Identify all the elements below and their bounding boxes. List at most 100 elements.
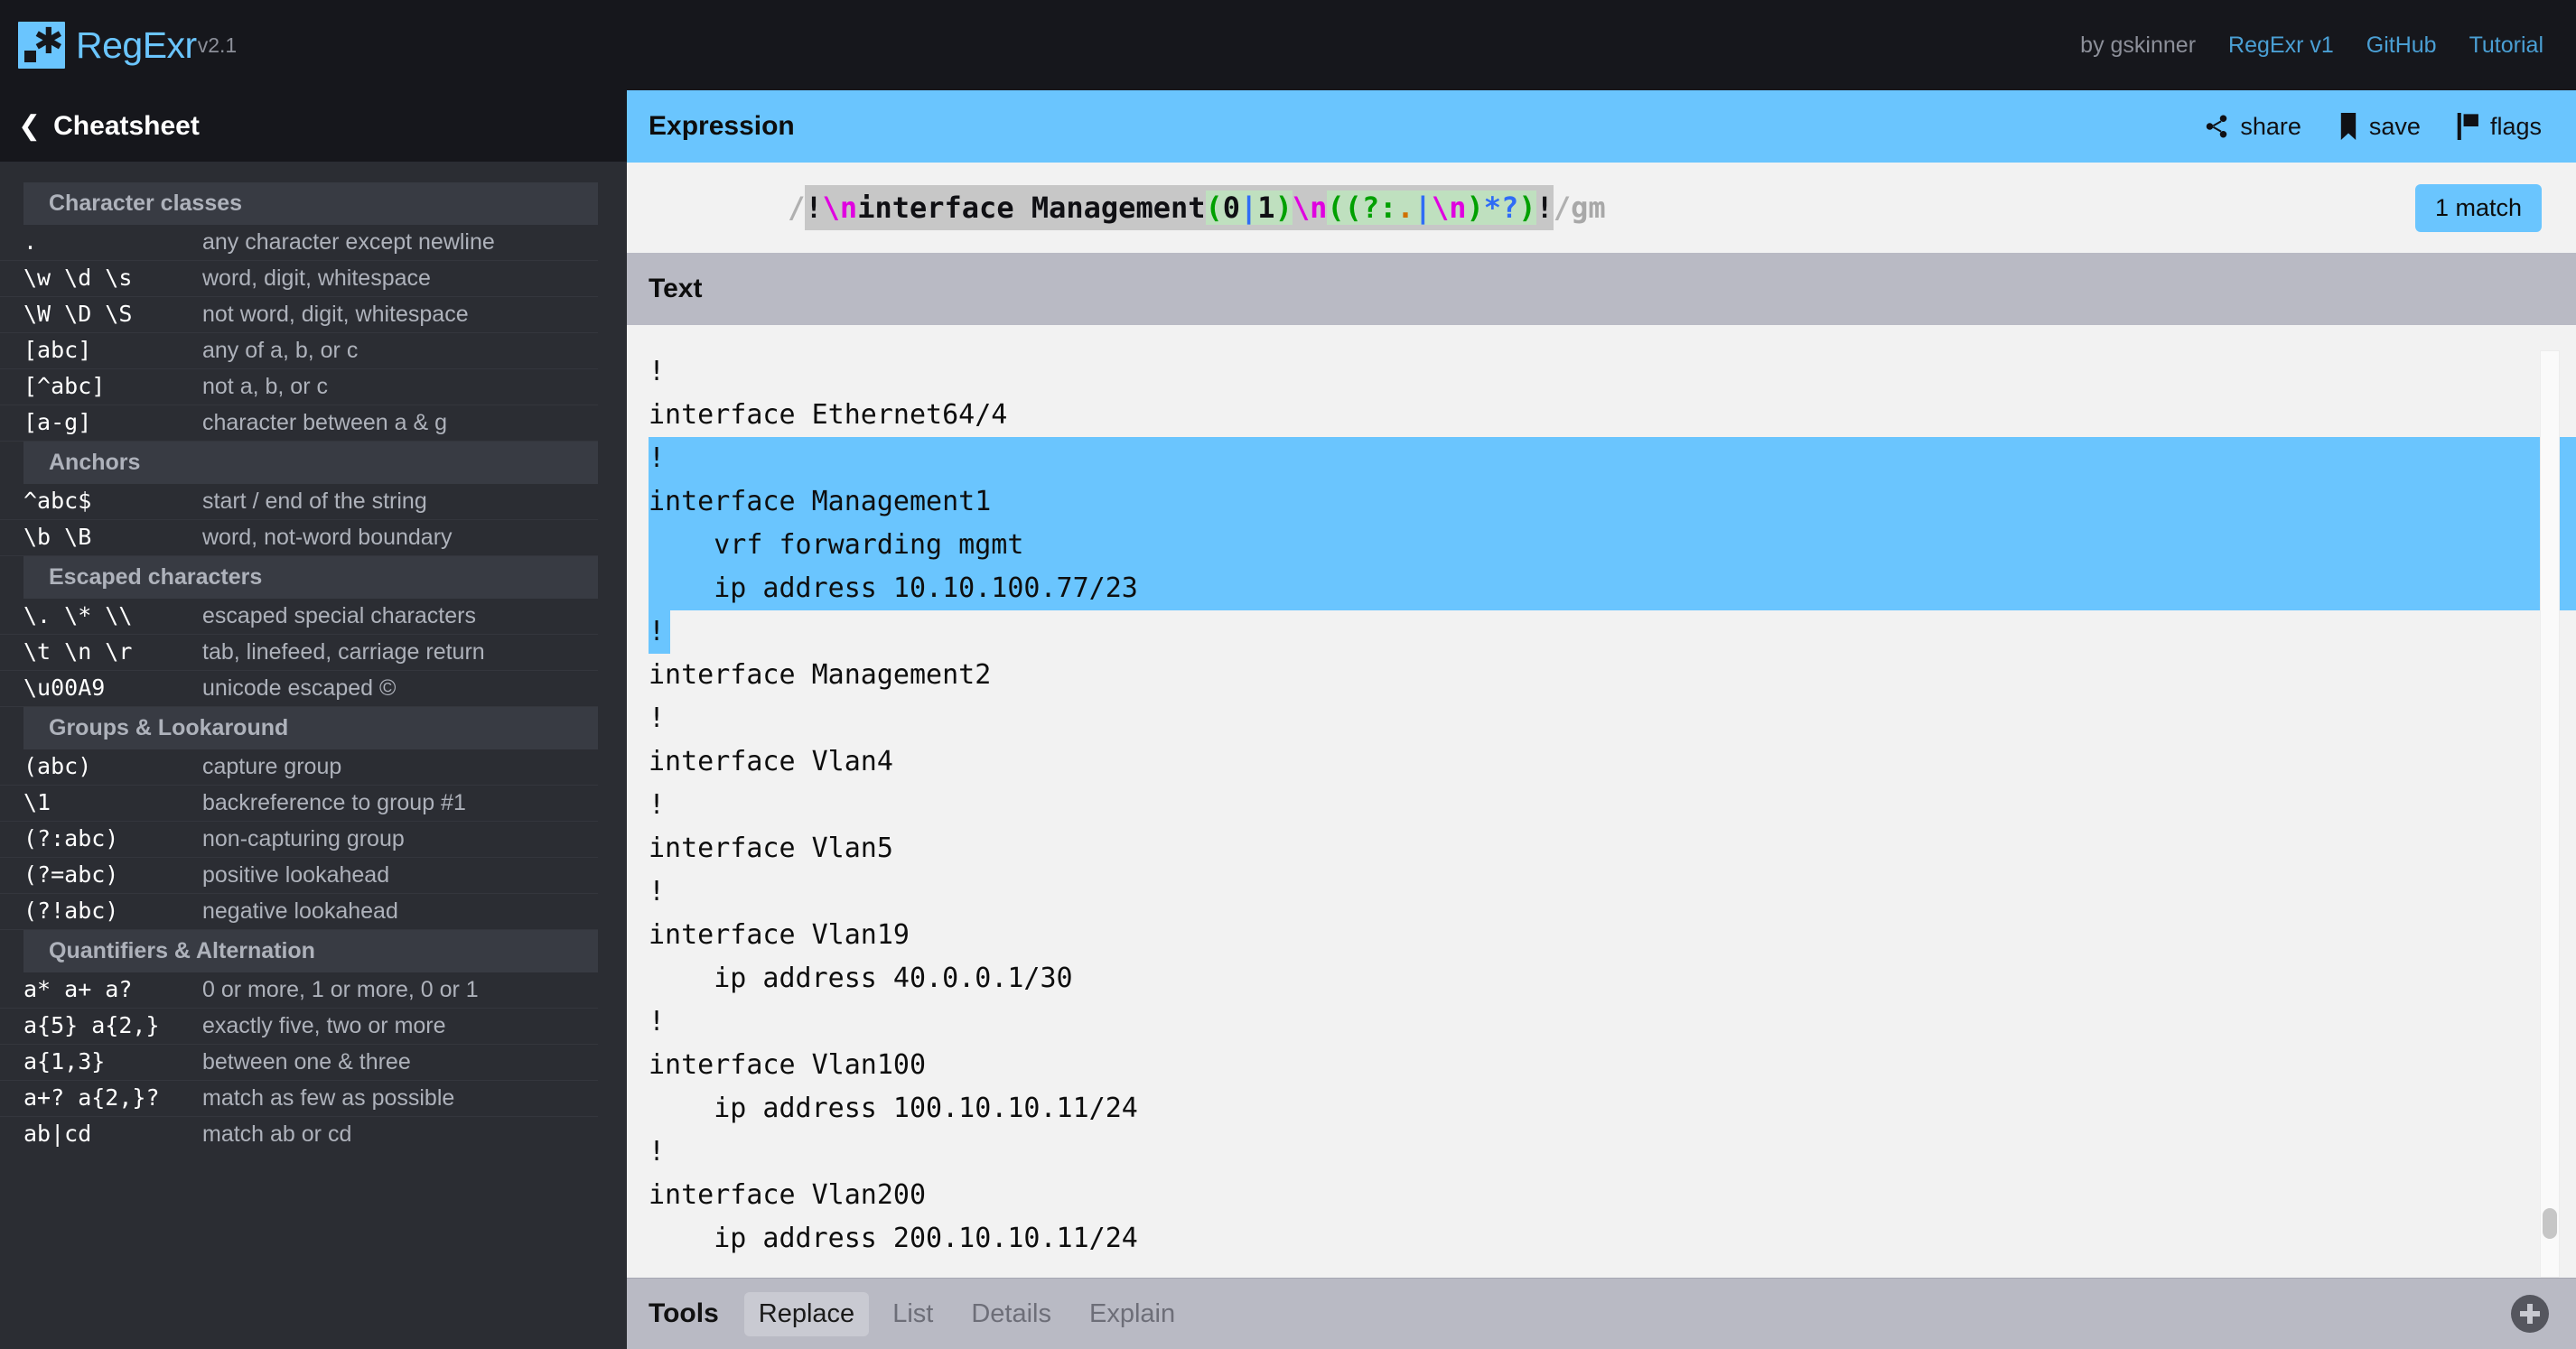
cheatsheet-row[interactable]: a{5} a{2,}exactly five, two or more [0, 1009, 598, 1045]
cheatsheet-row[interactable]: a+? a{2,}?match as few as possible [0, 1081, 598, 1117]
text-line[interactable]: vrf forwarding mgmt [649, 524, 2576, 567]
text-area-container[interactable]: !interface Ethernet64/4!interface Manage… [627, 325, 2576, 1278]
text-line[interactable]: ! [649, 784, 2576, 827]
text-line-content: interface Management1 [649, 486, 991, 517]
topnav-link-2[interactable]: GitHub [2366, 33, 2437, 59]
cheatsheet-row[interactable]: a{1,3}between one & three [0, 1045, 598, 1081]
share-button[interactable]: share [2203, 113, 2301, 141]
text-line-content: interface Vlan4 [649, 746, 893, 777]
expression-token: *? [1484, 191, 1519, 225]
save-button[interactable]: save [2338, 113, 2421, 141]
cheatsheet-row[interactable]: \u00A9unicode escaped © [0, 671, 598, 707]
topnav-link-1[interactable]: RegExr v1 [2228, 33, 2334, 59]
save-label: save [2369, 113, 2421, 141]
text-line[interactable]: interface Vlan200 [649, 1174, 2576, 1217]
tool-tab-replace[interactable]: Replace [744, 1292, 869, 1336]
tool-tab-explain[interactable]: Explain [1075, 1292, 1190, 1336]
cheatsheet-row[interactable]: a* a+ a?0 or more, 1 or more, 0 or 1 [0, 972, 598, 1009]
cheatsheet-list: Character classes.any character except n… [0, 163, 627, 1349]
cheatsheet-row[interactable]: .any character except newline [0, 225, 598, 261]
text-line[interactable]: ! [649, 1130, 2576, 1174]
chevron-left-icon[interactable]: ❮ [18, 113, 41, 140]
tool-tab-details[interactable]: Details [957, 1292, 1066, 1336]
expression-code[interactable]: /!\ninterface Management(0|1)\n((?:.|\n)… [649, 164, 1606, 251]
cheatsheet-row[interactable]: (abc)capture group [0, 749, 598, 786]
cheatsheet-row[interactable]: ^abc$start / end of the string [0, 484, 598, 520]
cheatsheet-row[interactable]: (?:abc)non-capturing group [0, 822, 598, 858]
expression-token: ) [1518, 191, 1535, 225]
cheatsheet-row[interactable]: ab|cdmatch ab or cd [0, 1117, 598, 1152]
cheatsheet-description: exactly five, two or more [202, 1013, 446, 1039]
expression-token: ! [805, 191, 822, 225]
flag-icon [2457, 113, 2480, 140]
cheatsheet-description: start / end of the string [202, 488, 427, 515]
cheatsheet-row[interactable]: (?=abc)positive lookahead [0, 858, 598, 894]
expression-token: ) [1275, 191, 1293, 225]
cheatsheet-row[interactable]: \w \d \sword, digit, whitespace [0, 261, 598, 297]
tool-tab-list[interactable]: List [878, 1292, 947, 1336]
text-line[interactable]: interface Vlan5 [649, 827, 2576, 870]
cheatsheet-description: non-capturing group [202, 826, 405, 852]
expression-input-row[interactable]: /!\ninterface Management(0|1)\n((?:.|\n)… [627, 163, 2576, 253]
expression-actions: share save [2203, 113, 2542, 141]
expression-token: ) [1466, 191, 1483, 225]
cheatsheet-row[interactable]: \1backreference to group #1 [0, 786, 598, 822]
cheatsheet-description: 0 or more, 1 or more, 0 or 1 [202, 977, 479, 1003]
cheatsheet-description: word, digit, whitespace [202, 265, 431, 292]
cheatsheet-row[interactable]: [a-g]character between a & g [0, 405, 598, 442]
cheatsheet-description: not a, b, or c [202, 374, 328, 400]
text-line-content: ! [649, 1136, 665, 1168]
text-line[interactable]: ! [649, 870, 2576, 914]
match-count-badge[interactable]: 1 match [2415, 184, 2542, 232]
text-line[interactable]: ! [649, 1000, 2576, 1044]
text-input[interactable]: !interface Ethernet64/4!interface Manage… [627, 350, 2576, 1261]
cheatsheet-row[interactable]: \b \Bword, not-word boundary [0, 520, 598, 556]
cheatsheet-description: character between a & g [202, 410, 447, 436]
cheatsheet-header[interactable]: ❮ Cheatsheet [0, 90, 627, 163]
cheatsheet-row[interactable]: \t \n \rtab, linefeed, carriage return [0, 635, 598, 671]
text-line[interactable]: interface Management1 [649, 480, 2576, 524]
text-line[interactable]: ip address 200.10.10.11/24 [649, 1217, 2576, 1261]
expression-header: Expression share [627, 90, 2576, 163]
cheatsheet-row[interactable]: [^abc]not a, b, or c [0, 369, 598, 405]
share-icon [2203, 113, 2230, 140]
vertical-scrollbar[interactable] [2540, 350, 2560, 1278]
text-line[interactable]: ! [649, 437, 2576, 480]
topnav-link-0[interactable]: by gskinner [2080, 33, 2196, 59]
text-line[interactable]: ip address 40.0.0.1/30 [649, 957, 2576, 1000]
top-navigation: by gskinner RegExr v1 GitHub Tutorial [627, 0, 2576, 90]
text-line[interactable]: interface Vlan19 [649, 914, 2576, 957]
topnav-link-3[interactable]: Tutorial [2469, 33, 2543, 59]
plus-circle-icon[interactable] [2511, 1295, 2549, 1333]
cheatsheet-token: [a-g] [23, 409, 202, 435]
tools-bar: Tools ReplaceListDetailsExplain [627, 1278, 2576, 1349]
text-line-content: interface Vlan200 [649, 1179, 926, 1211]
text-line[interactable]: ip address 100.10.10.11/24 [649, 1087, 2576, 1130]
expression-flags[interactable]: gm [1571, 191, 1606, 225]
expression-token: | [1240, 191, 1257, 225]
cheatsheet-token: a+? a{2,}? [23, 1084, 202, 1111]
text-line-content: interface Vlan19 [649, 919, 910, 951]
cheatsheet-row[interactable]: (?!abc)negative lookahead [0, 894, 598, 930]
cheatsheet-token: [abc] [23, 337, 202, 363]
text-line[interactable]: interface Ethernet64/4 [649, 394, 2576, 437]
expression-token: ( [1327, 191, 1344, 225]
cheatsheet-row[interactable]: [abc]any of a, b, or c [0, 333, 598, 369]
text-line[interactable]: ! [649, 350, 2576, 394]
cheatsheet-description: any character except newline [202, 229, 495, 256]
expression-pattern[interactable]: !\ninterface Management(0|1)\n((?:.|\n)*… [805, 185, 1553, 230]
cheatsheet-row[interactable]: \W \D \Snot word, digit, whitespace [0, 297, 598, 333]
cheatsheet-row[interactable]: \. \* \\escaped special characters [0, 599, 598, 635]
sidebar: ✱ RegExr v2.1 ❮ Cheatsheet Character cla… [0, 0, 627, 1349]
text-line[interactable]: interface Management2 [649, 654, 2576, 697]
text-line[interactable]: ! [649, 697, 2576, 740]
scrollbar-thumb[interactable] [2543, 1208, 2557, 1239]
flags-button[interactable]: flags [2457, 113, 2542, 141]
text-line[interactable]: interface Vlan100 [649, 1044, 2576, 1087]
text-line[interactable]: interface Vlan4 [649, 740, 2576, 784]
cheatsheet-description: not word, digit, whitespace [202, 302, 469, 328]
flags-label: flags [2490, 113, 2542, 141]
text-line[interactable]: ip address 10.10.100.77/23 [649, 567, 2576, 610]
expression-token: ( [1206, 191, 1223, 225]
text-line[interactable]: ! [649, 610, 2576, 654]
